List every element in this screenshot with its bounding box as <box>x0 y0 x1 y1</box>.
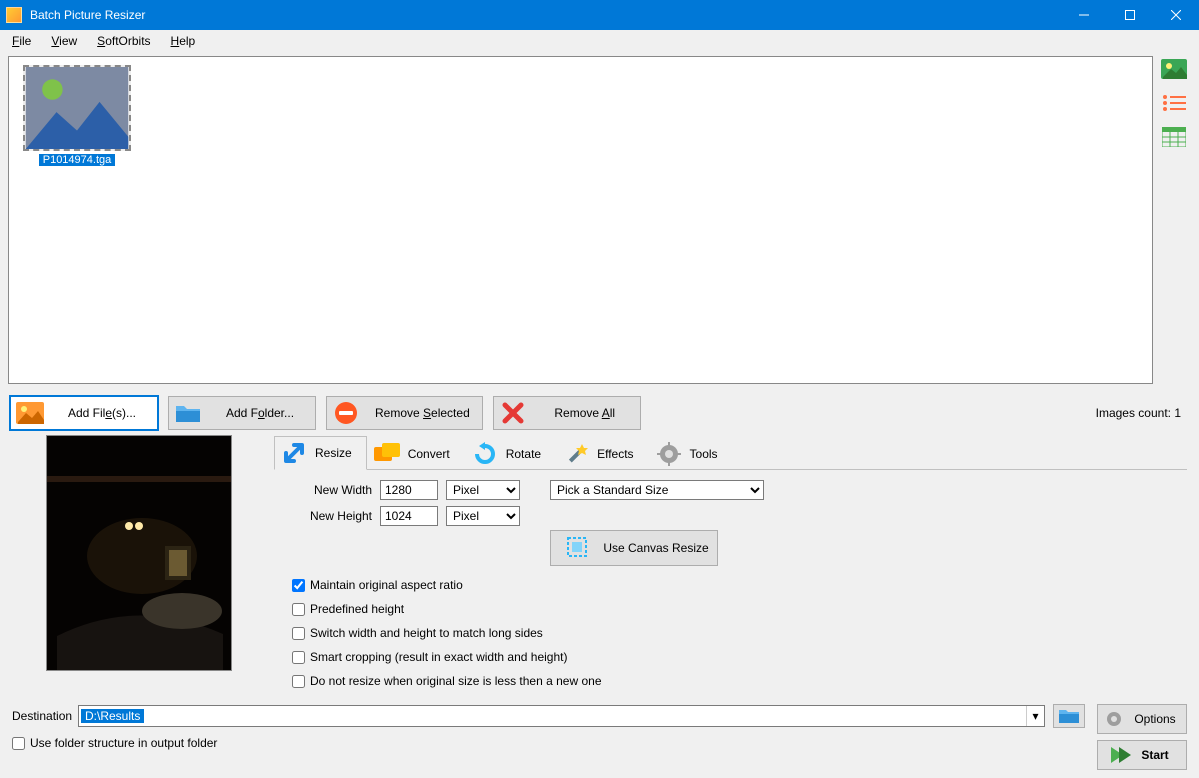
menu-softorbits[interactable]: SoftOrbits <box>87 32 160 50</box>
convert-icon <box>374 441 400 467</box>
predefined-height-checkbox[interactable]: Predefined height <box>292 602 1169 616</box>
menu-file[interactable]: File <box>2 32 41 50</box>
tab-tools[interactable]: Tools <box>649 436 733 470</box>
resize-tab-body: New Width Pixel New Height Pixel Pick a … <box>274 470 1187 698</box>
tab-row: Resize Convert Rotate Effects Tools <box>274 435 1187 470</box>
thumbnail-area[interactable]: P1014974.tga <box>8 56 1153 384</box>
titlebar: Batch Picture Resizer <box>0 0 1199 30</box>
menubar: File View SoftOrbits Help <box>0 30 1199 52</box>
window-title: Batch Picture Resizer <box>30 8 145 22</box>
view-sidebar <box>1157 56 1191 393</box>
menu-help[interactable]: Help <box>161 32 206 50</box>
app-icon <box>6 7 22 23</box>
browse-button[interactable] <box>1053 704 1085 728</box>
new-height-label: New Height <box>292 509 372 523</box>
add-folder-button[interactable]: Add Folder... <box>168 396 316 430</box>
tab-effects-label: Effects <box>597 447 633 461</box>
destination-row: Destination D:\Results ▾ <box>0 698 1097 734</box>
remove-all-label: Remove All <box>542 406 628 420</box>
remove-all-button[interactable]: Remove All <box>493 396 641 430</box>
gear-icon <box>1104 709 1124 729</box>
canvas-resize-button[interactable]: Use Canvas Resize <box>550 530 718 566</box>
thumbnail-image <box>23 65 131 151</box>
tab-rotate-label: Rotate <box>506 447 541 461</box>
file-toolbar: Add File(s)... Add Folder... Remove Sele… <box>0 393 1199 433</box>
tab-tools-label: Tools <box>690 447 718 461</box>
tab-resize-label: Resize <box>315 446 352 460</box>
tools-icon <box>656 441 682 467</box>
tabs-panel: Resize Convert Rotate Effects Tools <box>274 435 1187 698</box>
maintain-aspect-checkbox[interactable]: Maintain original aspect ratio <box>292 578 1169 592</box>
add-files-button[interactable]: Add File(s)... <box>10 396 158 430</box>
options-button[interactable]: Options <box>1097 704 1187 734</box>
height-unit-select[interactable]: Pixel <box>446 506 520 526</box>
options-label: Options <box>1134 712 1175 726</box>
add-folder-label: Add Folder... <box>217 406 303 420</box>
start-label: Start <box>1141 748 1168 762</box>
new-width-input[interactable] <box>380 480 438 500</box>
add-files-label: Add File(s)... <box>59 406 145 420</box>
destination-label: Destination <box>12 709 70 723</box>
start-button[interactable]: Start <box>1097 740 1187 770</box>
width-unit-select[interactable]: Pixel <box>446 480 520 500</box>
menu-view[interactable]: View <box>41 32 87 50</box>
rotate-icon <box>472 441 498 467</box>
view-thumbnails-icon[interactable] <box>1160 58 1188 80</box>
maximize-button[interactable] <box>1107 0 1153 30</box>
play-icon <box>1111 745 1131 765</box>
folder-structure-checkbox[interactable]: Use folder structure in output folder <box>12 736 1085 750</box>
standard-size-select[interactable]: Pick a Standard Size <box>550 480 764 500</box>
effects-icon <box>563 441 589 467</box>
view-list-icon[interactable] <box>1160 92 1188 114</box>
remove-selected-button[interactable]: Remove Selected <box>326 396 483 430</box>
canvas-resize-label: Use Canvas Resize <box>603 541 708 555</box>
no-resize-checkbox[interactable]: Do not resize when original size is less… <box>292 674 1169 688</box>
chevron-down-icon[interactable]: ▾ <box>1026 706 1044 726</box>
preview-image <box>46 435 232 671</box>
folder-open-icon <box>1058 707 1080 725</box>
preview-panel <box>12 435 266 698</box>
canvas-icon <box>565 535 591 561</box>
delete-icon <box>498 400 528 426</box>
minimize-button[interactable] <box>1061 0 1107 30</box>
remove-icon <box>331 400 361 426</box>
resize-icon <box>281 440 307 466</box>
image-icon <box>15 400 45 426</box>
close-button[interactable] <box>1153 0 1199 30</box>
smart-cropping-checkbox[interactable]: Smart cropping (result in exact width an… <box>292 650 1169 664</box>
folder-icon <box>173 400 203 426</box>
tab-rotate[interactable]: Rotate <box>465 436 556 470</box>
new-width-label: New Width <box>292 483 372 497</box>
new-height-input[interactable] <box>380 506 438 526</box>
images-count: Images count: 1 <box>1096 406 1189 420</box>
tab-convert-label: Convert <box>408 447 450 461</box>
thumbnail-item[interactable]: P1014974.tga <box>17 65 137 166</box>
destination-value: D:\Results <box>81 709 144 723</box>
tab-resize[interactable]: Resize <box>274 436 367 470</box>
tab-effects[interactable]: Effects <box>556 436 648 470</box>
view-details-icon[interactable] <box>1160 126 1188 148</box>
remove-selected-label: Remove Selected <box>375 406 470 420</box>
tab-convert[interactable]: Convert <box>367 436 465 470</box>
switch-dimensions-checkbox[interactable]: Switch width and height to match long si… <box>292 626 1169 640</box>
thumbnail-caption: P1014974.tga <box>39 154 116 166</box>
destination-combo[interactable]: D:\Results ▾ <box>78 705 1045 727</box>
